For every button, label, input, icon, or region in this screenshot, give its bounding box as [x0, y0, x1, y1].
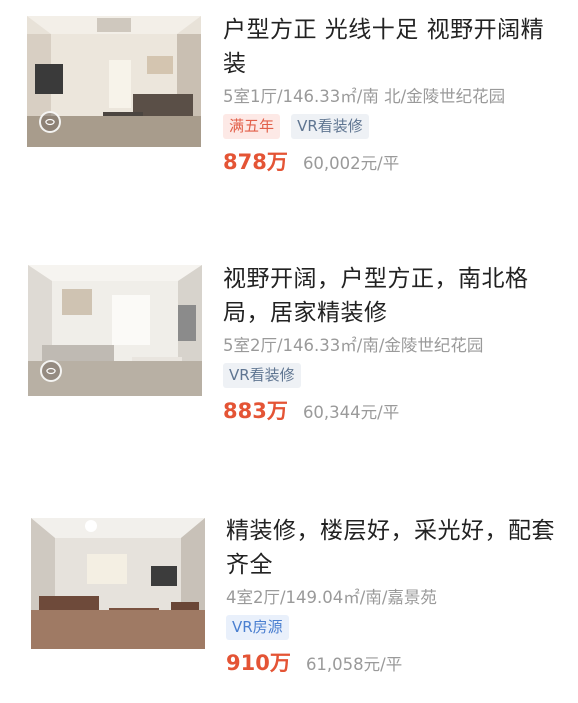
listing-list: 户型方正 光线十足 视野开阔精装 5室1厅/146.33㎡/南 北/金陵世纪花园… — [0, 0, 578, 703]
listing-info: 精装修，楼层好，采光好，配套齐全 4室2厅/149.04㎡/南/嘉景苑 VR房源… — [226, 514, 571, 677]
vr-360-icon — [40, 360, 62, 382]
listing-info: 视野开阔，户型方正，南北格局，居家精装修 5室2厅/146.33㎡/南/金陵世纪… — [223, 262, 568, 425]
tag-badge: VR看装修 — [291, 114, 369, 139]
listing-title[interactable]: 视野开阔，户型方正，南北格局，居家精装修 — [223, 262, 568, 330]
listing-tags: 满五年 VR看装修 — [223, 114, 563, 140]
tag-badge: 满五年 — [223, 114, 281, 139]
vr-360-icon — [39, 111, 61, 133]
listing-info: 户型方正 光线十足 视野开阔精装 5室1厅/146.33㎡/南 北/金陵世纪花园… — [223, 13, 563, 176]
listing-meta: 5室2厅/146.33㎡/南/金陵世纪花园 — [223, 336, 484, 355]
listing-title[interactable]: 户型方正 光线十足 视野开阔精装 — [223, 13, 563, 81]
listing-card[interactable]: 户型方正 光线十足 视野开阔精装 5室1厅/146.33㎡/南 北/金陵世纪花园… — [0, 0, 578, 200]
listing-meta: 4室2厅/149.04㎡/南/嘉景苑 — [226, 588, 437, 607]
tag-badge: VR看装修 — [223, 363, 301, 388]
total-price: 883万 — [223, 399, 288, 423]
listing-photo[interactable] — [27, 16, 201, 147]
listing-card[interactable]: 视野开阔，户型方正，南北格局，居家精装修 5室2厅/146.33㎡/南/金陵世纪… — [0, 250, 578, 460]
total-price: 910万 — [226, 651, 291, 675]
listing-photo[interactable] — [28, 265, 202, 396]
price-row: 883万 60,344元/平 — [223, 397, 568, 425]
unit-price: 61,058元/平 — [305, 655, 403, 674]
price-row: 878万 60,002元/平 — [223, 148, 563, 176]
living-room-photo — [31, 518, 205, 649]
unit-price: 60,002元/平 — [302, 154, 400, 173]
listing-tags: VR房源 — [226, 615, 571, 641]
listing-photo[interactable] — [31, 518, 205, 649]
listing-meta: 5室1厅/146.33㎡/南 北/金陵世纪花园 — [223, 87, 506, 106]
listing-tags: VR看装修 — [223, 363, 568, 389]
unit-price: 60,344元/平 — [302, 403, 400, 422]
total-price: 878万 — [223, 150, 288, 174]
listing-card[interactable]: 精装修，楼层好，采光好，配套齐全 4室2厅/149.04㎡/南/嘉景苑 VR房源… — [0, 500, 578, 703]
listing-title[interactable]: 精装修，楼层好，采光好，配套齐全 — [226, 514, 571, 582]
tag-badge: VR房源 — [226, 615, 289, 640]
price-row: 910万 61,058元/平 — [226, 649, 571, 677]
